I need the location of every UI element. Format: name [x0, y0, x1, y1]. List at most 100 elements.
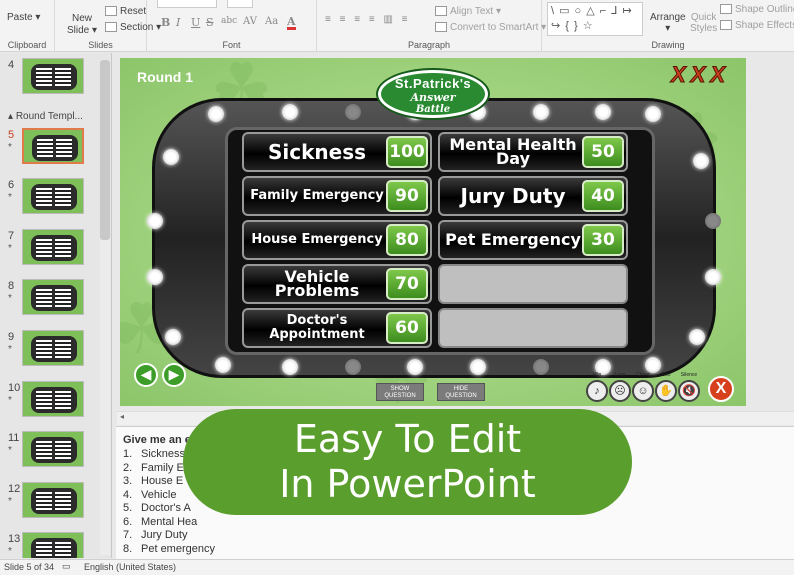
- reset-button[interactable]: Reset: [105, 6, 146, 17]
- drawing-group-label: Drawing: [651, 40, 685, 50]
- slide-thumbnail[interactable]: [22, 330, 84, 366]
- lose-sound-icon[interactable]: ☹: [609, 380, 631, 402]
- points-value[interactable]: 50: [582, 136, 624, 168]
- answer-tile[interactable]: Vehicle Problems 70: [242, 264, 432, 304]
- slide-thumbnail[interactable]: [22, 178, 84, 214]
- board-light: [693, 153, 709, 169]
- slide-canvas[interactable]: ☘ ☘ ☘ ☘ Round 1 XXX Sickness100Family Em…: [120, 58, 746, 406]
- points-value[interactable]: 80: [386, 224, 428, 256]
- slide-number: 5: [8, 129, 15, 141]
- points-value[interactable]: 30: [582, 224, 624, 256]
- slide-thumbnail[interactable]: [22, 381, 84, 417]
- char-spacing-button[interactable]: AV: [243, 16, 257, 27]
- thumbnail-preview: [31, 285, 77, 311]
- slide-thumbnail[interactable]: [22, 279, 84, 315]
- board-light: [345, 104, 361, 120]
- answer-tile[interactable]: Family Emergency 90: [242, 176, 432, 216]
- slide-animation-star: *: [8, 293, 12, 304]
- notes-list-item: 8. Pet emergency: [123, 543, 787, 557]
- scroll-left-icon[interactable]: ◂: [120, 412, 124, 421]
- slide-thumbnail[interactable]: [22, 58, 84, 94]
- align-buttons[interactable]: ≡ ≡ ≡ ≡ ▥ ≡: [325, 14, 411, 25]
- font-name-box[interactable]: [157, 0, 217, 8]
- notes-icon[interactable]: ▭: [62, 561, 71, 572]
- slide-number: 8: [8, 280, 15, 292]
- shape-outline-icon: [720, 4, 732, 15]
- new-slide-button[interactable]: New Slide ▾: [67, 13, 97, 37]
- answer-tile[interactable]: Sickness 100: [242, 132, 432, 172]
- hide-question-button[interactable]: HIDE QUESTION: [437, 383, 485, 401]
- font-size-box[interactable]: [227, 0, 253, 8]
- st-patricks-logo: St.Patrick's Answer Battle: [378, 70, 488, 118]
- shape-outline-button[interactable]: Shape Outline: [720, 4, 794, 15]
- paste-button[interactable]: Paste ▾: [7, 12, 40, 23]
- thumbnail-preview: [31, 235, 77, 261]
- slides-group-label: Slides: [88, 40, 113, 50]
- close-game-button[interactable]: X: [708, 376, 734, 402]
- shapes-gallery[interactable]: \ ▭ ○ △ ⌐ ⅃ ↦ ↪ { } ☆: [547, 2, 643, 36]
- points-value[interactable]: 40: [582, 180, 624, 212]
- previous-arrow-button[interactable]: ◀: [134, 363, 158, 387]
- thumbnail-preview: [31, 488, 77, 514]
- hidden-answer-tile[interactable]: [438, 264, 628, 304]
- answer-tile[interactable]: Doctor's Appointment 60: [242, 308, 432, 348]
- answer-tile[interactable]: Mental Health Day 50: [438, 132, 628, 172]
- font-color-button[interactable]: A: [287, 16, 296, 30]
- bold-button[interactable]: B: [161, 16, 170, 29]
- change-case-button[interactable]: Aa: [265, 16, 278, 27]
- game-board: Sickness 100 Family Emergency 90 House Emerg…: [147, 98, 721, 378]
- shape-effects-icon: [720, 20, 732, 31]
- show-question-button[interactable]: SHOW QUESTION: [376, 383, 424, 401]
- shape-effects-button[interactable]: Shape Effects: [720, 20, 794, 31]
- slide-thumbnail[interactable]: [22, 532, 84, 558]
- board-light: [470, 359, 486, 375]
- answer-text: Family Emergency: [250, 188, 384, 203]
- cheer-sound-icon[interactable]: ☺: [632, 380, 654, 402]
- banner-line-1: Easy To Edit: [293, 417, 522, 461]
- points-value[interactable]: 70: [386, 268, 428, 300]
- answer-tile[interactable]: House Emergency 80: [242, 220, 432, 260]
- align-text-button[interactable]: Align Text ▾: [435, 6, 501, 17]
- win-sound-icon[interactable]: ♪: [586, 380, 608, 402]
- slide-thumbnail[interactable]: [22, 229, 84, 265]
- board-light: [705, 269, 721, 285]
- board-light: [215, 357, 231, 373]
- slide-animation-star: *: [8, 243, 12, 254]
- thumbnail-preview: [31, 64, 77, 90]
- clipboard-group-label: Clipboard: [7, 40, 47, 50]
- silence-icon[interactable]: 🔇: [678, 380, 700, 402]
- slide-thumbnail[interactable]: [22, 482, 84, 518]
- slide-animation-star: *: [8, 445, 12, 456]
- section-header[interactable]: ▴ Round Templ...: [8, 111, 83, 122]
- board-light: [689, 329, 705, 345]
- boo-sound-icon[interactable]: ✋: [655, 380, 677, 402]
- convert-smartart-button[interactable]: Convert to SmartArt ▾: [435, 22, 546, 33]
- answer-text: House Emergency: [251, 232, 383, 247]
- slide-number: 9: [8, 331, 15, 343]
- next-arrow-button[interactable]: ▶: [162, 363, 186, 387]
- slide-thumbnail[interactable]: [22, 431, 84, 467]
- slide-number: 12: [8, 483, 21, 495]
- language-indicator[interactable]: English (United States): [84, 562, 176, 572]
- quick-styles-button[interactable]: Quick Styles: [690, 12, 717, 34]
- slide-thumbnail[interactable]: [22, 128, 84, 164]
- answer-tile[interactable]: Jury Duty 40: [438, 176, 628, 216]
- strikethrough-button[interactable]: S: [206, 16, 214, 29]
- board-light: [595, 104, 611, 120]
- hidden-answer-tile[interactable]: [438, 308, 628, 348]
- strikes-indicator[interactable]: XXX: [670, 62, 730, 88]
- slide-thumbnails-pane[interactable]: 4 5 * 6 * 7 * 8 * 9 * 10 * 11 * 12 * 13 * ▴ Round Templ...: [0, 53, 112, 558]
- thumbnails-scroll-thumb[interactable]: [100, 60, 110, 240]
- points-value[interactable]: 90: [386, 180, 428, 212]
- points-value[interactable]: 60: [386, 312, 428, 344]
- underline-button[interactable]: U: [191, 16, 200, 29]
- arrange-button[interactable]: Arrange ▾: [650, 12, 686, 34]
- slide-animation-star: *: [8, 344, 12, 355]
- board-light: [645, 357, 661, 373]
- italic-button[interactable]: I: [176, 16, 180, 29]
- board-light: [407, 359, 423, 375]
- shadow-button[interactable]: abc: [221, 16, 237, 26]
- points-value[interactable]: 100: [386, 136, 428, 168]
- board-light: [147, 213, 163, 229]
- answer-tile[interactable]: Pet Emergency 30: [438, 220, 628, 260]
